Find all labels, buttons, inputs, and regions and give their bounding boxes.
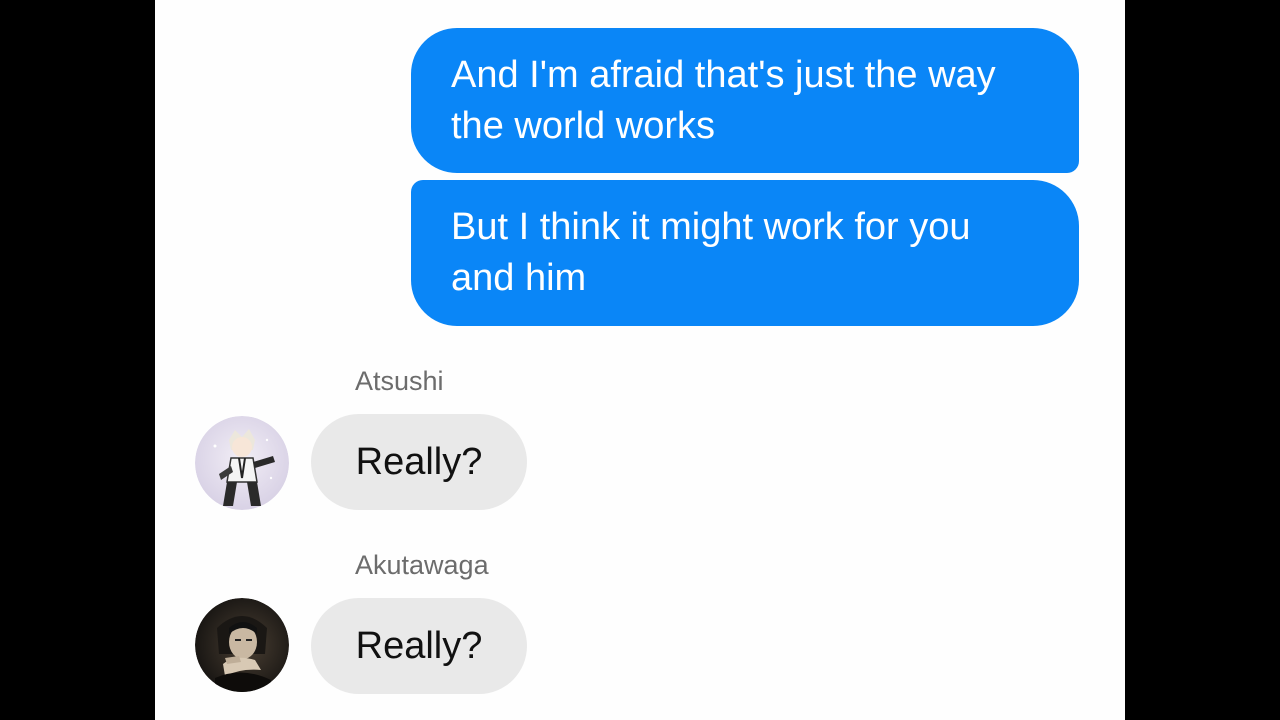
message-text: Really?: [355, 624, 483, 667]
outgoing-message-bubble[interactable]: And I'm afraid that's just the way the w…: [411, 28, 1079, 173]
outgoing-message-bubble[interactable]: But I think it might work for you and hi…: [411, 180, 1079, 326]
video-frame: And I'm afraid that's just the way the w…: [0, 0, 1280, 720]
akutawaga-avatar[interactable]: [195, 598, 289, 692]
message-text: Really?: [355, 440, 483, 483]
incoming-message-bubble[interactable]: Really?: [311, 414, 527, 510]
message-text: But I think it might work for you and hi…: [451, 206, 971, 299]
message-text: And I'm afraid that's just the way the w…: [451, 53, 996, 147]
atsushi-avatar[interactable]: [195, 416, 289, 510]
sender-name: Atsushi: [355, 366, 444, 396]
avatar-image: [195, 416, 289, 510]
chat-screen: And I'm afraid that's just the way the w…: [155, 0, 1125, 720]
sender-name: Akutawaga: [355, 550, 489, 580]
incoming-message-bubble[interactable]: Really?: [311, 598, 527, 694]
avatar-image: [195, 598, 289, 692]
